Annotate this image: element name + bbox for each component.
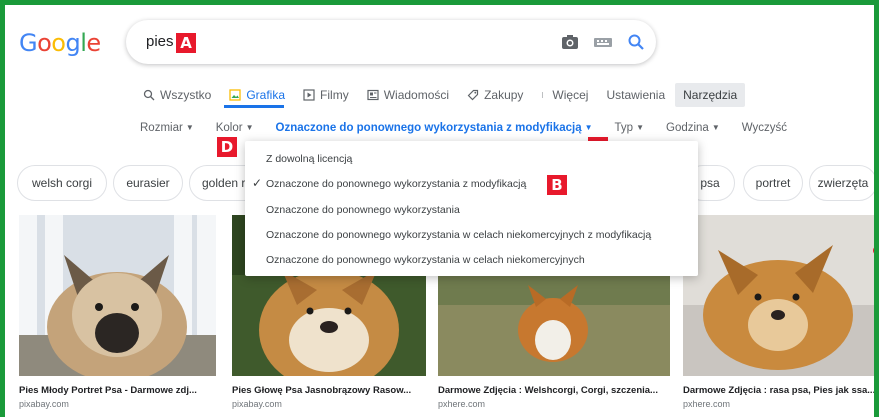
dropdown-arrow-icon: ▼ xyxy=(636,123,644,132)
menu-item-noncommercial[interactable]: Oznaczone do ponownego wykorzystania w c… xyxy=(266,254,585,266)
search-icon xyxy=(143,89,155,101)
search-input[interactable]: pies xyxy=(146,33,174,50)
filter-color[interactable]: Kolor ▼ xyxy=(216,122,254,134)
dropdown-arrow-icon: ▼ xyxy=(245,123,254,132)
result-source: pxhere.com xyxy=(683,399,731,409)
tab-label: Filmy xyxy=(320,88,349,102)
tab-label: Więcej xyxy=(552,88,589,102)
google-logo[interactable]: Google xyxy=(19,29,101,57)
more-vert-icon xyxy=(542,92,544,98)
tab-settings[interactable]: Ustawienia xyxy=(606,83,665,107)
filter-clear[interactable]: Wyczyść xyxy=(742,122,787,134)
result-title[interactable]: Pies Głowę Psa Jasnobrązowy Rasow... xyxy=(232,385,426,396)
chip[interactable]: welsh corgi xyxy=(17,165,107,201)
tab-label: Narzędzia xyxy=(683,88,738,102)
result-source: pxhere.com xyxy=(438,399,486,409)
logo-letter: g xyxy=(65,29,81,57)
result-title[interactable]: Darmowe Zdjęcia : rasa psa, Pies jak ssa… xyxy=(683,385,874,396)
license-dropdown-menu: Z dowolną licencją ✓ Oznaczone do ponown… xyxy=(245,141,698,276)
result-source: pixabay.com xyxy=(19,399,69,409)
chip[interactable]: zwierzęta xyxy=(809,165,874,201)
filter-label: Oznaczone do ponownego wykorzystania z m… xyxy=(275,122,582,134)
browser-viewport: Google pies A Wszystko Grafika Filmy Wia… xyxy=(5,5,874,417)
tab-label: Zakupy xyxy=(484,88,524,102)
image-icon xyxy=(229,89,241,101)
tab-label: Wiadomości xyxy=(383,88,450,102)
filter-size[interactable]: Rozmiar ▼ xyxy=(140,122,194,134)
dropdown-arrow-icon: ▼ xyxy=(711,123,720,132)
news-icon xyxy=(367,89,379,101)
camera-icon[interactable] xyxy=(560,32,580,52)
result-image[interactable] xyxy=(683,215,874,376)
search-tabs: Wszystko Grafika Filmy Wiadomości Zakupy… xyxy=(143,83,763,107)
chip[interactable]: portret xyxy=(743,165,803,201)
tag-icon xyxy=(467,89,479,101)
filter-time[interactable]: Godzina ▼ xyxy=(666,122,720,134)
tab-videos[interactable]: Filmy xyxy=(303,83,349,107)
filter-label: Godzina xyxy=(666,122,709,134)
result-image[interactable] xyxy=(19,215,216,376)
result-card[interactable]: Pies Młody Portret Psa - Darmowe zdj... … xyxy=(19,215,216,409)
menu-item-reuse-with-modification[interactable]: Oznaczone do ponownego wykorzystania z m… xyxy=(266,178,526,190)
logo-letter: o xyxy=(37,29,52,57)
tool-filters: Rozmiar ▼ Kolor ▼ Oznaczone do ponownego w… xyxy=(140,122,809,134)
logo-letter: e xyxy=(86,29,101,57)
checkmark-icon: ✓ xyxy=(252,176,263,190)
tab-shopping[interactable]: Zakupy xyxy=(467,83,523,107)
filter-label: Typ xyxy=(614,122,634,134)
filter-type[interactable]: Typ ▼ xyxy=(615,122,644,134)
search-box[interactable]: pies A xyxy=(126,20,656,64)
tab-images[interactable]: Grafika xyxy=(229,83,285,107)
filter-license[interactable]: Oznaczone do ponownego wykorzystania z m… xyxy=(276,122,593,134)
annotation-badge-d: D xyxy=(217,137,237,157)
tab-label: Grafika xyxy=(246,88,286,102)
result-source: pixabay.com xyxy=(232,399,282,409)
tab-label: Wszystko xyxy=(160,88,212,102)
tab-label: Ustawienia xyxy=(606,88,666,102)
search-icon[interactable] xyxy=(626,32,646,52)
result-card[interactable]: Darmowe Zdjęcia : rasa psa, Pies jak ssa… xyxy=(683,215,874,409)
tab-all[interactable]: Wszystko xyxy=(143,83,211,107)
menu-item-any-license[interactable]: Z dowolną licencją xyxy=(266,153,352,165)
annotation-badge-a: A xyxy=(176,33,196,53)
dropdown-arrow-icon: ▼ xyxy=(584,123,593,132)
menu-item-reuse[interactable]: Oznaczone do ponownego wykorzystania xyxy=(266,204,460,216)
result-title[interactable]: Darmowe Zdjęcia : Welshcorgi, Corgi, szc… xyxy=(438,385,670,396)
tab-news[interactable]: Wiadomości xyxy=(367,83,449,107)
filter-label: Kolor xyxy=(215,122,243,134)
annotation-badge-b: B xyxy=(547,175,567,195)
tools-button[interactable]: Narzędzia xyxy=(675,83,746,107)
dropdown-arrow-icon: ▼ xyxy=(185,123,194,132)
logo-letter: G xyxy=(19,29,38,57)
tab-more[interactable]: Więcej xyxy=(541,83,588,107)
play-icon xyxy=(303,89,315,101)
menu-item-noncommercial-with-modification[interactable]: Oznaczone do ponownego wykorzystania w c… xyxy=(266,229,651,241)
active-tab-indicator xyxy=(224,105,284,108)
result-title[interactable]: Pies Młody Portret Psa - Darmowe zdj... xyxy=(19,385,216,396)
keyboard-icon[interactable] xyxy=(593,32,613,52)
logo-letter: o xyxy=(51,29,66,57)
filter-label: Rozmiar xyxy=(140,122,183,134)
chip[interactable]: eurasier xyxy=(113,165,183,201)
